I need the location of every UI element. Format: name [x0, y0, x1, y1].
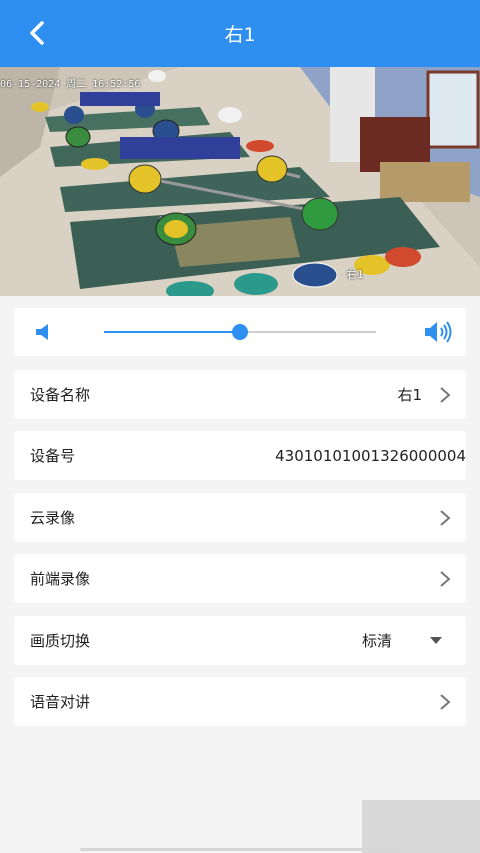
local-record-label: 前端录像	[30, 570, 91, 588]
quality-switch-label: 画质切换	[30, 632, 91, 650]
volume-slider[interactable]	[104, 324, 376, 340]
chevron-left-icon	[30, 21, 44, 45]
quality-switch-row[interactable]: 画质切换 标清	[14, 616, 466, 665]
device-name-row[interactable]: 设备名称 右1	[14, 370, 466, 419]
volume-slider-handle[interactable]	[232, 324, 248, 340]
video-camera-label: 右1	[346, 268, 364, 281]
camera-feed-image	[0, 67, 480, 296]
back-button[interactable]	[22, 18, 52, 48]
local-record-row[interactable]: 前端录像	[14, 554, 466, 603]
device-id-value: 43010101001326000004	[275, 446, 466, 465]
dropdown-caret-icon[interactable]	[430, 637, 442, 644]
chevron-right-icon	[440, 387, 451, 403]
device-name-label: 设备名称	[30, 386, 91, 404]
corner-overlay	[362, 800, 480, 853]
chevron-right-icon	[440, 694, 451, 710]
device-name-value: 右1	[397, 386, 422, 404]
home-indicator[interactable]	[80, 848, 400, 851]
quality-select-value[interactable]: 标清	[362, 630, 392, 651]
app-header: 右1	[0, 0, 480, 67]
voice-talk-row[interactable]: 语音对讲	[14, 677, 466, 726]
cloud-record-label: 云录像	[30, 509, 76, 527]
volume-high-icon[interactable]	[424, 320, 456, 344]
volume-low-icon[interactable]	[35, 323, 51, 341]
voice-talk-label: 语音对讲	[30, 693, 91, 711]
volume-control	[14, 308, 466, 356]
device-id-row: 设备号 43010101001326000004	[14, 431, 466, 480]
volume-slider-fill	[104, 331, 240, 333]
device-id-label: 设备号	[30, 447, 76, 465]
video-timestamp-overlay: 06-15-2024 周二 16:52:56	[0, 79, 141, 90]
cloud-record-row[interactable]: 云录像	[14, 493, 466, 542]
page-title: 右1	[224, 24, 256, 46]
chevron-right-icon	[440, 571, 451, 587]
chevron-right-icon	[440, 510, 451, 526]
video-player[interactable]: 06-15-2024 周二 16:52:56 右1	[0, 67, 480, 296]
